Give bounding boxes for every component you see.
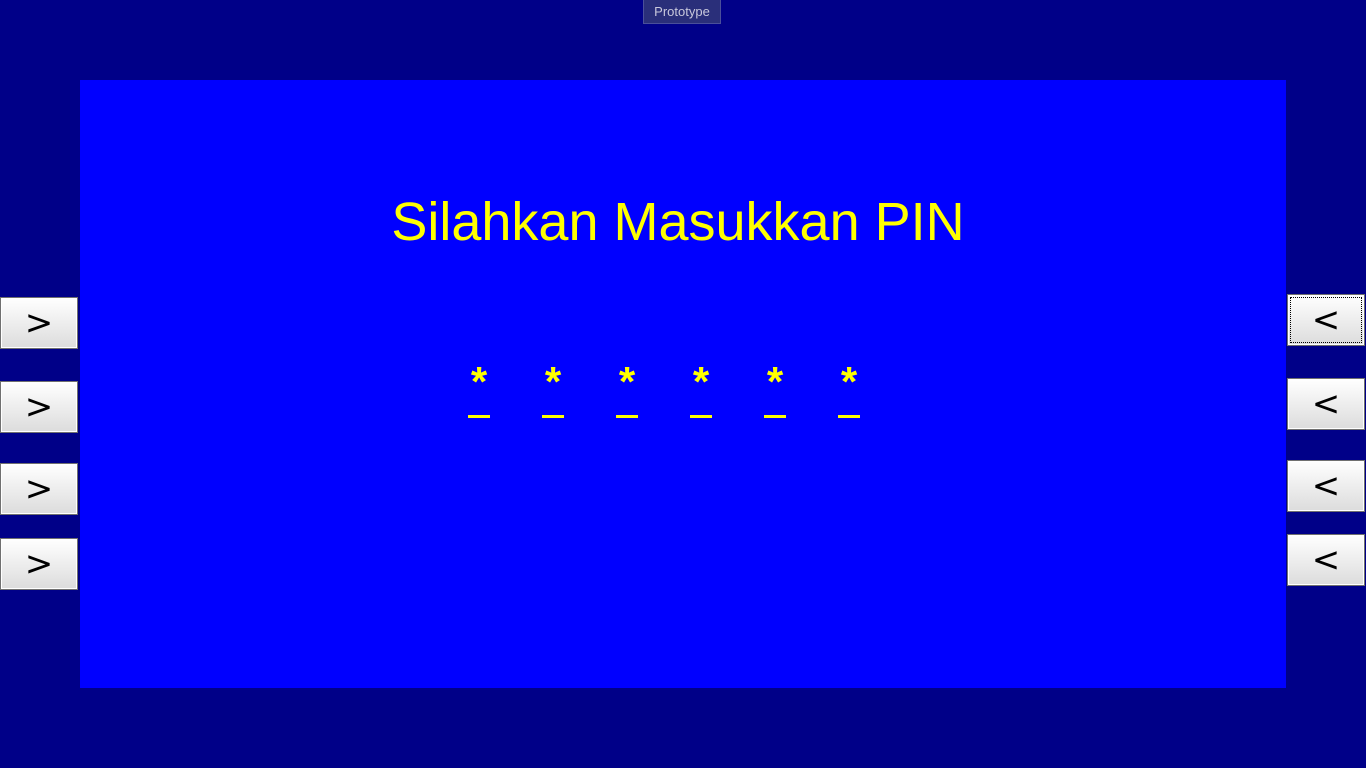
right-button-4[interactable]: < bbox=[1287, 534, 1365, 586]
pin-digit-4: * bbox=[689, 360, 713, 420]
pin-digit-2: * bbox=[541, 360, 565, 420]
atm-window: Prototype > > > > Silahkan Masukkan PIN … bbox=[0, 0, 1366, 768]
right-button-1[interactable]: < bbox=[1287, 294, 1365, 346]
pin-underline bbox=[690, 415, 712, 418]
pin-mask-char: * bbox=[544, 358, 562, 405]
pin-underline bbox=[616, 415, 638, 418]
left-button-2[interactable]: > bbox=[0, 381, 78, 433]
pin-mask-char: * bbox=[840, 358, 858, 405]
pin-mask-char: * bbox=[470, 358, 488, 405]
pin-underline bbox=[764, 415, 786, 418]
pin-mask-char: * bbox=[766, 358, 784, 405]
pin-underline bbox=[468, 415, 490, 418]
right-button-3[interactable]: < bbox=[1287, 460, 1365, 512]
pin-mask-char: * bbox=[692, 358, 710, 405]
prototype-label: Prototype bbox=[643, 0, 721, 24]
pin-underline bbox=[542, 415, 564, 418]
pin-prompt-title: Silahkan Masukkan PIN bbox=[391, 192, 965, 252]
pin-digit-5: * bbox=[763, 360, 787, 420]
atm-screen: Silahkan Masukkan PIN * * * * * * bbox=[80, 80, 1286, 688]
pin-mask-char: * bbox=[618, 358, 636, 405]
left-button-3[interactable]: > bbox=[0, 463, 78, 515]
pin-digit-1: * bbox=[467, 360, 491, 420]
right-button-2[interactable]: < bbox=[1287, 378, 1365, 430]
pin-digit-6: * bbox=[837, 360, 861, 420]
pin-underline bbox=[838, 415, 860, 418]
left-button-4[interactable]: > bbox=[0, 538, 78, 590]
pin-digit-3: * bbox=[615, 360, 639, 420]
left-button-1[interactable]: > bbox=[0, 297, 78, 349]
